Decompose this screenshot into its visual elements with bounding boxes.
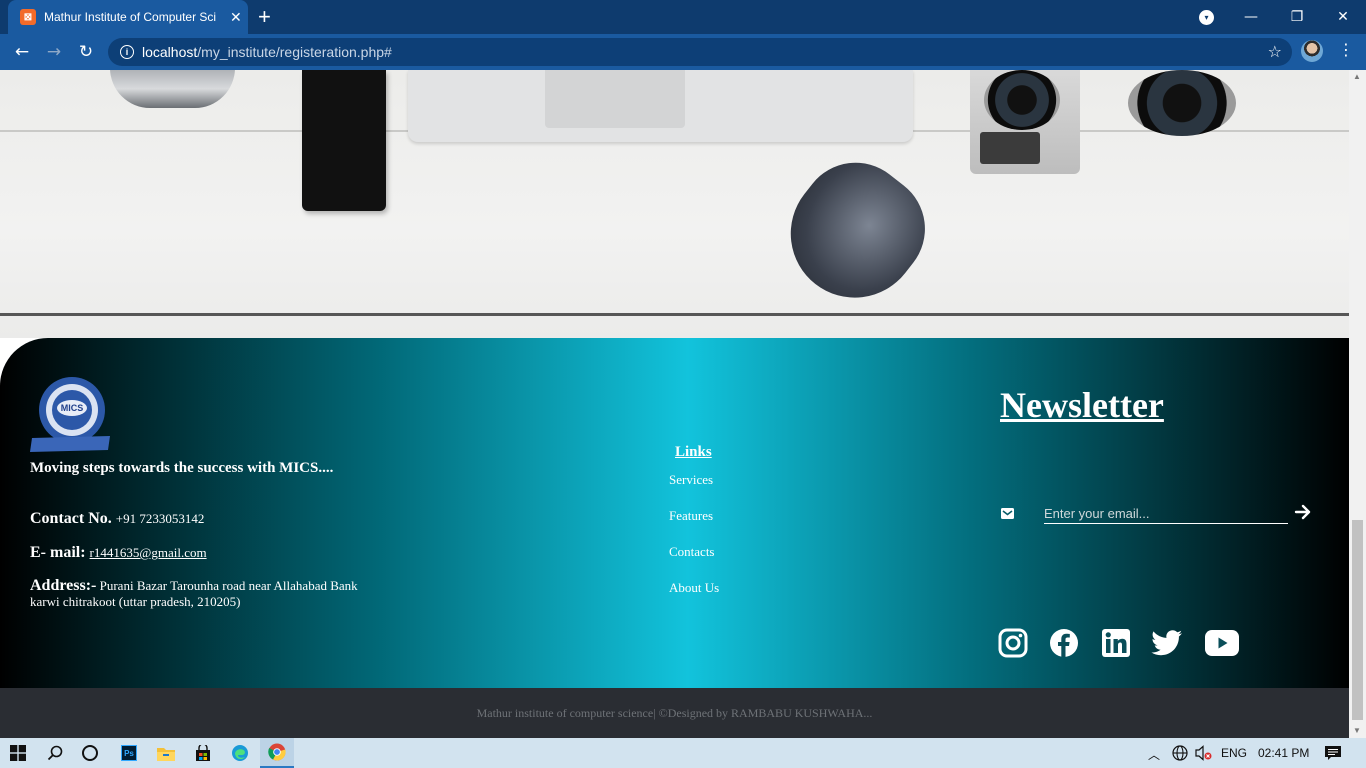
- copyright-text: Mathur institute of computer science| ©D…: [476, 705, 873, 720]
- address-bar[interactable]: i localhost/my_institute/registeration.p…: [108, 38, 1292, 66]
- links-heading: Links: [675, 444, 712, 460]
- edge-browser-icon[interactable]: [225, 738, 255, 768]
- minimize-icon[interactable]: —: [1228, 0, 1274, 34]
- smartphone-image: [302, 70, 386, 211]
- scrollbar-thumb[interactable]: [1352, 520, 1363, 720]
- volume-muted-icon[interactable]: [1193, 738, 1215, 768]
- new-tab-button[interactable]: +: [258, 4, 271, 30]
- url-path: /my_institute/registeration.php#: [197, 44, 392, 60]
- camera-image: [970, 70, 1080, 174]
- footer-link-features[interactable]: Features: [669, 508, 713, 524]
- camera-lens: [984, 70, 1060, 130]
- tab-close-icon[interactable]: ✕: [230, 9, 242, 26]
- laptop-image: [408, 70, 913, 142]
- search-icon[interactable]: [40, 738, 70, 768]
- file-explorer-icon[interactable]: [151, 738, 181, 768]
- microsoft-store-icon[interactable]: [188, 738, 218, 768]
- back-icon[interactable]: ←: [9, 40, 35, 64]
- profile-avatar[interactable]: [1301, 40, 1323, 62]
- contact-address: Address:- Purani Bazar Tarounha road nea…: [30, 578, 380, 610]
- headphone-image: [110, 70, 235, 108]
- tray-chevron-icon[interactable]: ︿: [1148, 746, 1160, 763]
- network-globe-icon[interactable]: [1171, 738, 1189, 768]
- logo-text: MICS: [61, 403, 84, 413]
- linkedin-icon[interactable]: [1101, 628, 1131, 658]
- newsletter-submit-arrow-icon[interactable]: [1293, 502, 1313, 522]
- newsletter-email-input[interactable]: [1044, 504, 1288, 524]
- contact-label: Contact No.: [30, 510, 112, 527]
- computer-mouse-image: [764, 140, 948, 324]
- url-host: localhost: [142, 44, 198, 60]
- site-footer: MICS Moving steps towards the success wi…: [0, 338, 1349, 688]
- photoshop-icon[interactable]: Ps: [114, 738, 144, 768]
- page-viewport: MICS Moving steps towards the success wi…: [0, 70, 1349, 738]
- footer-tagline: Moving steps towards the success with MI…: [30, 460, 334, 476]
- scroll-down-icon[interactable]: ▼: [1353, 726, 1361, 735]
- address-label: Address:-: [30, 577, 97, 594]
- facebook-icon[interactable]: [1049, 628, 1079, 658]
- start-windows-icon[interactable]: [0, 738, 36, 768]
- browser-tab[interactable]: ⊠ Mathur Institute of Computer Sci ✕: [8, 0, 248, 34]
- chrome-taskbar-icon[interactable]: [260, 738, 294, 768]
- email-link[interactable]: r1441635@gmail.com: [90, 545, 207, 560]
- twitter-icon[interactable]: [1151, 628, 1183, 658]
- hero-desk-image: [0, 70, 1349, 338]
- camera-lens-image: [1128, 70, 1236, 136]
- clock-time[interactable]: 02:41 PM: [1258, 746, 1309, 760]
- bookmark-star-icon[interactable]: ☆: [1268, 42, 1282, 61]
- forward-icon[interactable]: →: [41, 40, 67, 64]
- windows-taskbar: Ps ︿ ENG 02:41 PM: [0, 738, 1366, 768]
- contact-number: Contact No. +91 7233053142: [30, 510, 204, 528]
- email-label: E- mail:: [30, 544, 86, 561]
- newsletter-heading: Newsletter: [1000, 385, 1164, 425]
- instagram-icon[interactable]: [998, 628, 1028, 658]
- action-center-icon[interactable]: [1322, 738, 1344, 768]
- envelope-icon: [1001, 508, 1014, 519]
- menu-kebab-icon[interactable]: ⋮: [1338, 40, 1354, 59]
- contact-value: +91 7233053142: [115, 511, 205, 526]
- tab-search-icon[interactable]: ▾: [1199, 10, 1214, 25]
- browser-toolbar: ← → ↻ i localhost/my_institute/registera…: [0, 34, 1366, 70]
- footer-link-services[interactable]: Services: [669, 472, 713, 488]
- close-window-icon[interactable]: ✕: [1320, 0, 1366, 34]
- restore-icon[interactable]: ❐: [1274, 0, 1320, 34]
- footer-link-contacts[interactable]: Contacts: [669, 544, 715, 560]
- tab-title: Mathur Institute of Computer Sci: [44, 10, 217, 24]
- laptop-trackpad: [545, 70, 685, 128]
- xampp-favicon-icon: ⊠: [20, 9, 36, 25]
- task-view-icon[interactable]: [75, 738, 105, 768]
- mics-logo: MICS: [30, 377, 110, 452]
- camera-grip: [980, 132, 1040, 164]
- copyright-bar: Mathur institute of computer science| ©D…: [0, 688, 1349, 738]
- site-info-icon[interactable]: i: [120, 45, 134, 59]
- reload-icon[interactable]: ↻: [73, 40, 99, 64]
- desk-plank-line: [0, 313, 1349, 316]
- youtube-icon[interactable]: [1205, 628, 1239, 658]
- browser-title-bar: ⊠ Mathur Institute of Computer Sci ✕ + ▾…: [0, 0, 1366, 34]
- contact-email: E- mail: r1441635@gmail.com: [30, 544, 207, 562]
- scroll-up-icon[interactable]: ▲: [1353, 72, 1361, 81]
- language-indicator[interactable]: ENG: [1221, 746, 1247, 760]
- page-scrollbar[interactable]: ▲ ▼: [1349, 70, 1366, 738]
- footer-link-about-us[interactable]: About Us: [669, 580, 719, 596]
